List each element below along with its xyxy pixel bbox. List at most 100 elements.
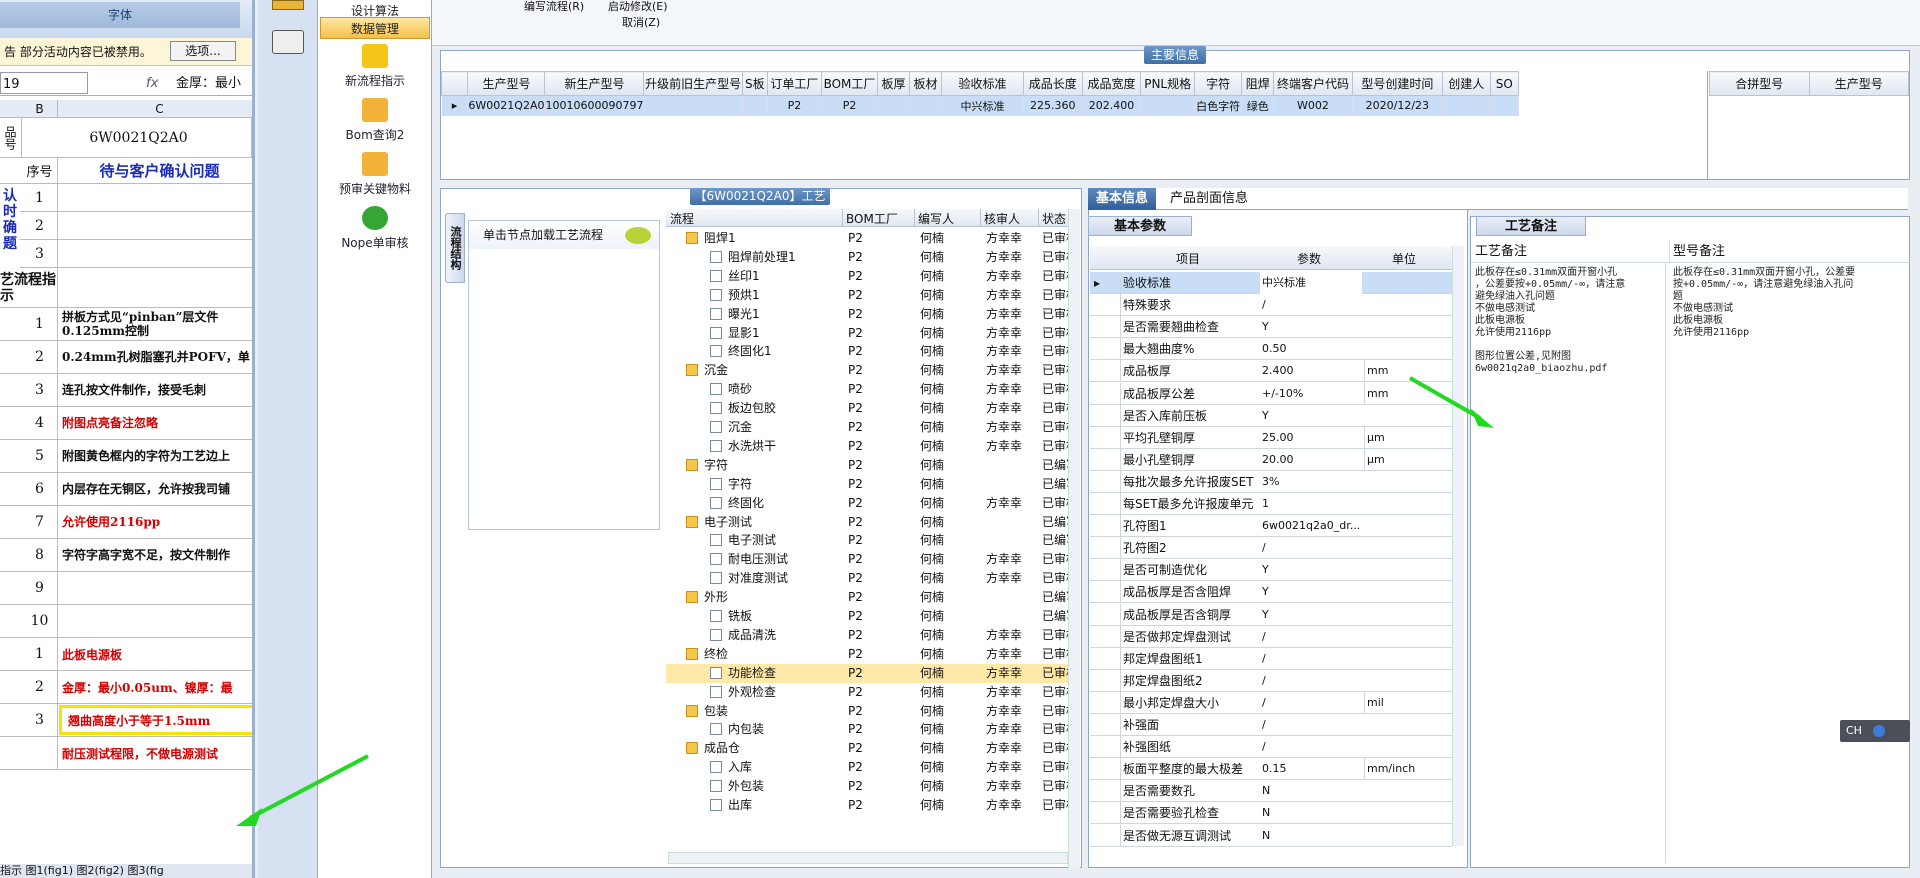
merge-col-header[interactable]: 生产型号 (1808, 71, 1909, 96)
tree-row[interactable]: 预烘1P2何楠方幸幸已审核 (666, 286, 1072, 305)
main-cell[interactable] (643, 95, 743, 116)
tree-row[interactable]: 铣板P2何楠已编写 (666, 607, 1072, 626)
main-cell[interactable] (1442, 95, 1491, 116)
param-value[interactable]: / (1260, 736, 1362, 758)
flow-cell[interactable]: 允许使用2116pp (58, 506, 252, 538)
seq-cell[interactable]: 1 (22, 308, 58, 340)
tree-row[interactable]: 出库P2何楠方幸幸已审核 (666, 796, 1072, 815)
main-col-header[interactable]: 新生产型号 (544, 71, 645, 96)
seq-cell[interactable]: 9 (22, 572, 58, 604)
param-row[interactable]: ▸ 验收标准 中兴标准 (1090, 272, 1452, 294)
seq-cell[interactable]: 10 (22, 605, 58, 637)
tree-row[interactable]: 喷砂P2何楠方幸幸已审核 (666, 380, 1072, 399)
tool-0[interactable]: 新流程指示 (318, 44, 432, 89)
flow-cell[interactable] (58, 572, 252, 604)
main-cell[interactable] (1490, 95, 1520, 116)
param-value[interactable]: Y (1260, 581, 1362, 603)
tree-col-header[interactable]: 状态 (1042, 210, 1066, 227)
main-cell[interactable]: P2 (767, 95, 822, 116)
tree-row[interactable]: 字符P2何楠已编写 (666, 475, 1072, 494)
flow-cell[interactable]: 字符字高字宽不足，按文件制作 (58, 539, 252, 571)
param-row[interactable]: 邦定焊盘图纸2/ (1090, 669, 1452, 692)
main-col-header[interactable]: BOM工厂 (820, 71, 879, 96)
main-cell[interactable]: W002 (1273, 95, 1353, 116)
param-value[interactable]: 0.50 (1260, 338, 1362, 360)
main-col-header[interactable]: 生产型号 (467, 71, 546, 96)
model-remark-text[interactable]: 此板存在≤0.31mm双面开窗小孔，公差要 按+0.05mm/-∞，请注意避免绿油… (1673, 267, 1899, 339)
flow-cell[interactable]: 附图点亮备注忽略 (58, 407, 252, 439)
start-modify-button[interactable]: 启动修改(E) (608, 0, 668, 14)
param-value[interactable]: / (1260, 626, 1362, 648)
tree-row[interactable]: 外包装P2何楠方幸幸已审核 (666, 777, 1072, 796)
param-value[interactable]: / (1260, 670, 1362, 692)
flow-cell[interactable]: 内层存在无铜区，允许按我司铺 (58, 473, 252, 505)
main-cell[interactable] (877, 95, 911, 116)
param-value[interactable]: Y (1260, 559, 1362, 581)
param-row[interactable]: 孔符图2/ (1090, 537, 1452, 560)
tool-1[interactable]: Bom查询2 (318, 98, 432, 143)
param-col-header[interactable]: 参数 (1258, 250, 1360, 267)
issue-cell[interactable] (58, 184, 252, 211)
main-cell[interactable]: 绿色 (1241, 95, 1275, 116)
main-col-header[interactable]: 终端客户代码 (1273, 71, 1353, 96)
param-row[interactable]: 平均孔壁铜厚 25.00 μm (1090, 426, 1452, 449)
param-row[interactable]: 是否做无源互调测试 N (1090, 824, 1452, 847)
tree-row[interactable]: 显影1P2何楠方幸幸已审核 (666, 324, 1072, 343)
param-row[interactable]: 成品板厚是否含铜厚 Y (1090, 603, 1452, 626)
tree-row[interactable]: 电子测试P2何楠已编写 (666, 531, 1072, 550)
tree-row[interactable]: 终固化1P2何楠方幸幸已审核 (666, 342, 1072, 361)
tree-row[interactable]: 曝光1P2何楠方幸幸已审核 (666, 305, 1072, 324)
param-row[interactable]: 孔符图1 6w0021q2a0_dr... (1090, 515, 1452, 538)
tree-row[interactable]: 成品清洗P2何楠方幸幸已审核 (666, 626, 1072, 645)
tree-col-header[interactable]: BOM工厂 (846, 210, 898, 227)
param-row[interactable]: 是否做邦定焊盘测试 / (1090, 625, 1452, 648)
param-row[interactable]: 板面平整度的最大极差 0.15 mm/inch (1090, 758, 1452, 781)
param-value[interactable]: 20.00 (1260, 449, 1362, 471)
flow-cell[interactable]: 附图黄色框内的字符为工艺边上 (58, 440, 252, 472)
main-cell[interactable]: 202.400 (1082, 95, 1142, 116)
main-cell[interactable] (909, 95, 942, 116)
param-value[interactable]: / (1260, 648, 1362, 670)
main-col-header[interactable]: 成品宽度 (1081, 71, 1142, 96)
flow-cell[interactable]: 0.24mm孔树脂塞孔并POFV，单 (58, 341, 252, 373)
main-col-header[interactable]: 创建人 (1441, 71, 1491, 96)
tool-3[interactable]: Nope单审核 (318, 206, 432, 251)
tab-profile-info[interactable]: 产品剖面信息 (1162, 188, 1256, 210)
seq-cell[interactable]: 1 (22, 184, 58, 211)
seq-cell[interactable]: 8 (22, 539, 58, 571)
main-cell[interactable]: 2020/12/23 (1352, 95, 1443, 116)
param-value[interactable]: 2.400 (1260, 360, 1362, 382)
col-c-header[interactable]: C (58, 100, 252, 117)
remark-cell[interactable]: 此板电源板 (58, 638, 252, 670)
seq-cell[interactable]: 5 (22, 440, 58, 472)
tree-row[interactable]: 内包装P2何楠方幸幸已审核 (666, 720, 1072, 739)
seq-cell[interactable]: 2 (22, 212, 58, 239)
seq-cell[interactable]: 7 (22, 506, 58, 538)
tree-row[interactable]: 阻焊1P2何楠方幸幸已审核 (666, 229, 1072, 248)
param-row[interactable]: 每SET最多允许报废单元 1 (1090, 493, 1452, 515)
main-col-header[interactable]: 阻焊 (1241, 71, 1275, 96)
seq-cell[interactable] (22, 737, 58, 769)
param-row[interactable]: 最大翘曲度% 0.50 (1090, 338, 1452, 361)
tree-row[interactable]: 对准度测试P2何楠方幸幸已审核 (666, 569, 1072, 588)
tree-row[interactable]: 成品仓P2何楠方幸幸已审核 (666, 739, 1072, 758)
param-row[interactable]: 是否入库前压板 Y (1090, 404, 1452, 427)
menu-data-management[interactable]: 数据管理 (320, 17, 430, 39)
main-col-header[interactable]: 型号创建时间 (1351, 71, 1443, 96)
main-col-header[interactable]: 板材 (909, 71, 942, 96)
tree-row[interactable]: 耐电压测试P2何楠方幸幸已审核 (666, 550, 1072, 569)
tree-row[interactable]: 阻焊前处理1P2何楠方幸幸已审核 (666, 248, 1072, 267)
tree-row[interactable]: 电子测试P2何楠已编写 (666, 513, 1072, 532)
seq-cell[interactable]: 6 (22, 473, 58, 505)
ribbon-font-group[interactable]: 字体 (0, 2, 240, 28)
tree-row[interactable]: 丝印1P2何楠方幸幸已审核 (666, 267, 1072, 286)
tab-basic-info[interactable]: 基本信息 (1088, 188, 1157, 210)
main-cell[interactable]: 白色字符 (1194, 95, 1243, 116)
fx-icon[interactable]: fx (146, 72, 158, 96)
param-row[interactable]: 是否需要翘曲检查 Y (1090, 316, 1452, 339)
seq-cell[interactable]: 2 (22, 671, 58, 703)
cancel-button[interactable]: 取消(Z) (622, 14, 660, 30)
merge-col-header[interactable]: 合拼型号 (1709, 71, 1810, 96)
param-value[interactable]: 0.15 (1260, 758, 1362, 780)
param-value[interactable]: 25.00 (1260, 427, 1362, 449)
